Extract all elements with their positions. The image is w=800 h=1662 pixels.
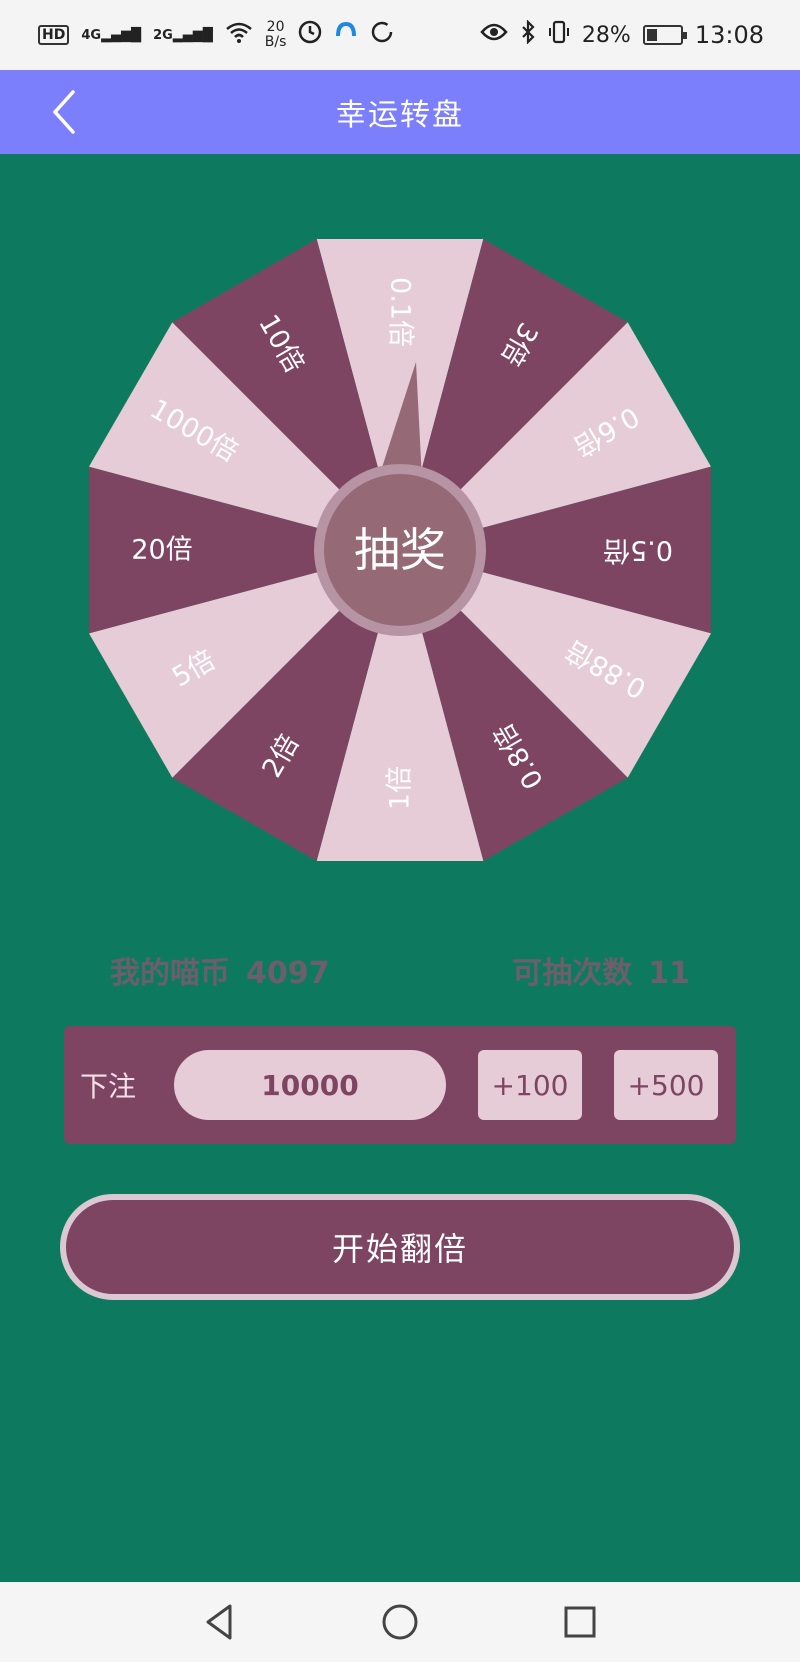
signal-2g-icon: 2G▂▄▆█ <box>153 27 213 43</box>
status-left: HD 4G▂▄▆█ 2G▂▄▆█ 20 B/s <box>38 20 394 50</box>
info-row: 我的喵币 4097 可抽次数 11 <box>110 948 690 992</box>
chevron-left-icon <box>52 90 75 134</box>
coins-label: 我的喵币 <box>110 956 230 991</box>
draws-label: 可抽次数 <box>512 956 633 991</box>
battery-percent: 28% <box>581 22 631 48</box>
start-double-button[interactable]: 开始翻倍 <box>60 1194 740 1300</box>
app-bar: 幸运转盘 <box>0 70 800 154</box>
draws-value: 11 <box>648 956 690 991</box>
network-speed: 20 B/s <box>264 19 287 50</box>
nav-home-button[interactable] <box>370 1592 430 1652</box>
add-500-button[interactable]: +500 <box>614 1050 718 1120</box>
vibrate-icon <box>548 20 570 50</box>
wheel-segment-label: 0.5倍 <box>603 535 673 566</box>
timer-icon <box>298 20 322 50</box>
circle-home-icon <box>382 1604 418 1640</box>
nav-recents-button[interactable] <box>550 1592 610 1652</box>
nav-back-button[interactable] <box>190 1592 250 1652</box>
add-100-button[interactable]: +100 <box>478 1050 582 1120</box>
app-notification-icon <box>334 20 358 50</box>
wifi-icon <box>225 21 253 49</box>
signal-4g-icon: 4G▂▄▆█ <box>81 27 142 43</box>
bluetooth-icon <box>520 19 536 50</box>
bet-amount-input[interactable] <box>174 1050 446 1120</box>
wheel-segment-label: 1倍 <box>385 766 416 810</box>
eye-icon <box>480 22 508 48</box>
bet-label: 下注 <box>80 1070 137 1103</box>
draw-button-label: 抽奖 <box>354 523 446 577</box>
loading-icon <box>370 20 394 50</box>
wheel-segment-label: 20倍 <box>131 535 192 566</box>
hd-icon: HD <box>38 25 70 45</box>
battery-icon <box>642 25 687 45</box>
draws-info: 可抽次数 11 <box>512 948 690 992</box>
coins-info: 我的喵币 4097 <box>110 948 330 992</box>
status-bar: HD 4G▂▄▆█ 2G▂▄▆█ 20 B/s 28% 13:08 <box>0 0 800 70</box>
back-button[interactable] <box>40 88 88 136</box>
bet-panel: 下注 +100 +500 <box>64 1026 736 1144</box>
clock: 13:08 <box>694 21 764 49</box>
triangle-back-icon <box>206 1604 232 1640</box>
wheel-segment-label: 0.1倍 <box>385 277 416 347</box>
page-title: 幸运转盘 <box>336 98 464 133</box>
prize-wheel: 0.1倍 3倍 0.6倍 0.5倍 0.88倍 0.8倍 1倍 2倍 5倍 20倍 1000倍 10倍… <box>78 228 722 872</box>
prize-wheel-svg: 0.1倍 3倍0.6倍0.5倍0.88倍0.8倍1倍2倍5倍20倍1000倍10倍… <box>88 238 712 862</box>
battery-level <box>646 29 657 41</box>
coins-value: 4097 <box>246 956 330 991</box>
navigation-bar <box>0 1582 800 1662</box>
square-recents-icon <box>564 1606 596 1638</box>
status-right: 28% 13:08 <box>480 19 764 50</box>
